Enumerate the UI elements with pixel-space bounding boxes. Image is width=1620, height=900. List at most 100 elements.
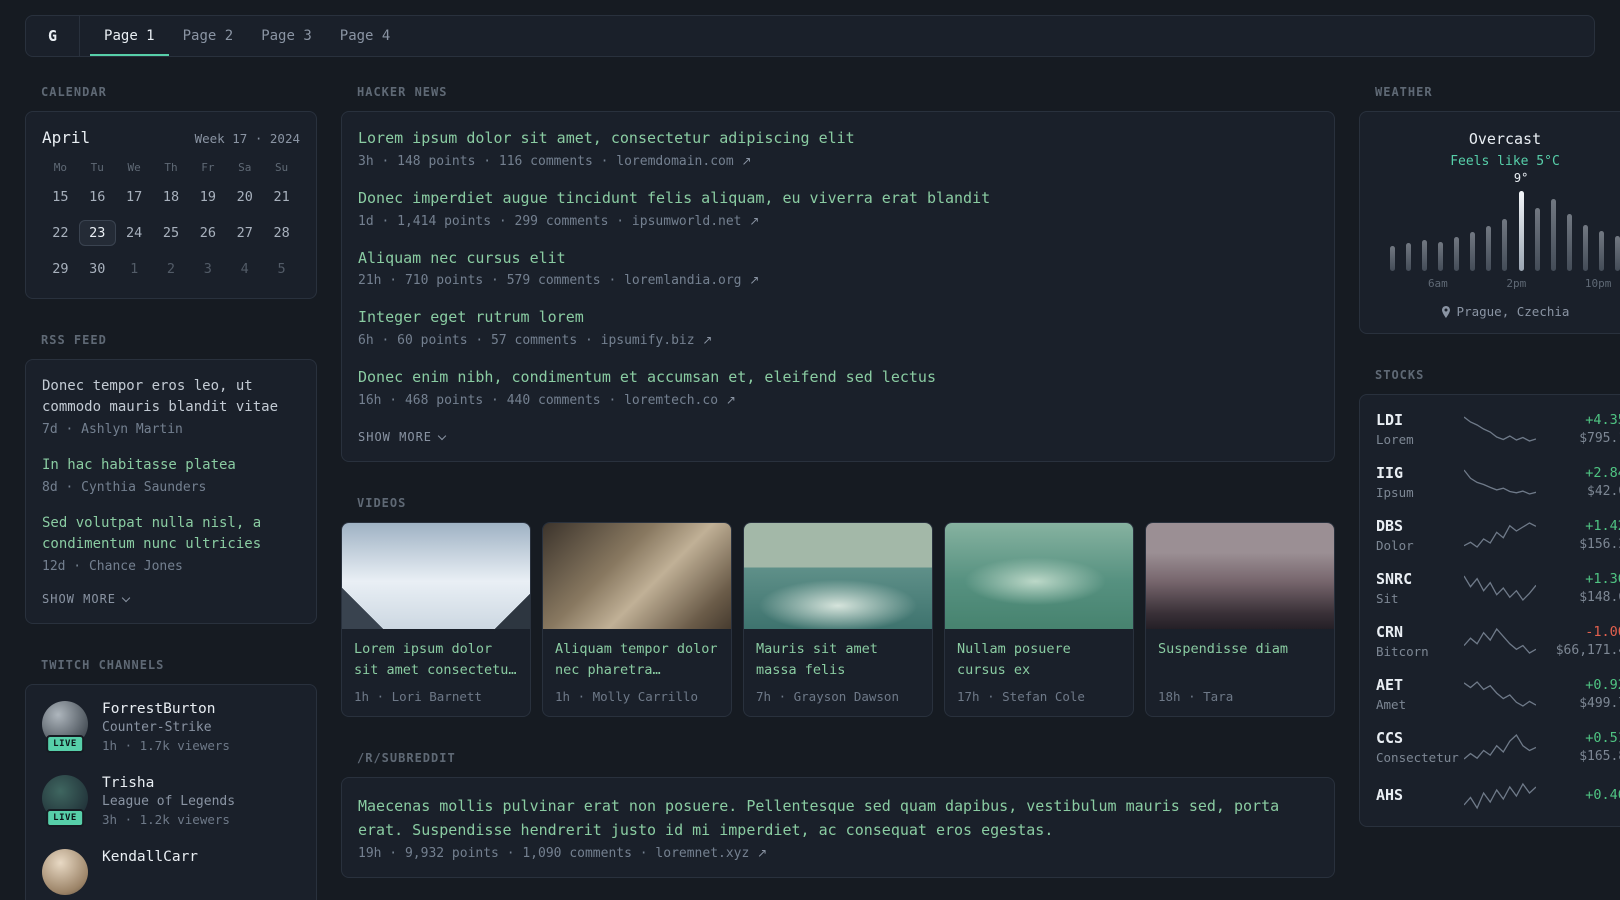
- hn-item-title[interactable]: Integer eget rutrum lorem: [358, 307, 1318, 329]
- calendar-day[interactable]: 18: [153, 184, 190, 210]
- video-title[interactable]: Aliquam tempor dolor nec pharetra…: [555, 639, 719, 681]
- weather-bar-chart: 9°: [1384, 171, 1620, 271]
- channel-avatar-wrap: LIVE: [42, 775, 88, 827]
- video-title[interactable]: Lorem ipsum dolor sit amet consectetu…: [354, 639, 518, 681]
- hn-item-title[interactable]: Donec enim nibh, condimentum et accumsan…: [358, 367, 1318, 389]
- video-card[interactable]: Lorem ipsum dolor sit amet consectetu… 1…: [341, 521, 531, 717]
- calendar-day[interactable]: 28: [263, 220, 300, 246]
- stocks-box: LDI Lorem +4.35% $795.18 IIG Ipsum +2.84% $4…: [1359, 394, 1620, 827]
- hn-item-meta: 3h · 148 points · 116 comments · loremdo…: [358, 154, 1318, 169]
- hn-item-title[interactable]: Lorem ipsum dolor sit amet, consectetur …: [358, 128, 1318, 150]
- tab-page-1[interactable]: Page 1: [90, 16, 169, 56]
- video-thumbnail[interactable]: [543, 522, 731, 629]
- video-thumbnail[interactable]: [342, 522, 530, 629]
- calendar-day[interactable]: 25: [153, 220, 190, 246]
- stock-row: CCS Consectetur +0.51% $165.84: [1376, 729, 1620, 765]
- stock-symbol[interactable]: CCS: [1376, 729, 1464, 747]
- calendar-day[interactable]: 21: [263, 184, 300, 210]
- weather-hour-label: 10pm: [1584, 277, 1612, 290]
- stock-row: AET Amet +0.92% $499.72: [1376, 676, 1620, 712]
- video-thumbnail[interactable]: [1146, 522, 1334, 629]
- stock-symbol[interactable]: CRN: [1376, 623, 1464, 641]
- video-card-row: Lorem ipsum dolor sit amet consectetu… 1…: [341, 521, 1335, 717]
- dow-label: Sa: [238, 161, 252, 174]
- calendar-day-next-month[interactable]: 5: [263, 256, 300, 282]
- hackernews-item: Aliquam nec cursus elit 21h · 710 points…: [358, 248, 1318, 289]
- rss-widget-title: RSS FEED: [41, 333, 107, 347]
- weather-widget: WEATHER Overcast Feels like 5°C 9° 6am 2p…: [1359, 85, 1620, 334]
- rss-item-title[interactable]: Sed volutpat nulla nisl, a condimentum n…: [42, 513, 300, 555]
- stock-symbol[interactable]: LDI: [1376, 411, 1464, 429]
- tab-page-3[interactable]: Page 3: [247, 16, 326, 56]
- calendar-day[interactable]: 19: [189, 184, 226, 210]
- video-thumbnail[interactable]: [945, 522, 1133, 629]
- external-link-icon[interactable]: ↗: [749, 214, 759, 228]
- rss-item-title[interactable]: In hac habitasse platea: [42, 455, 300, 476]
- channel-name[interactable]: KendallCarr: [102, 849, 198, 865]
- rss-item-meta: 12d · Chance Jones: [42, 559, 183, 574]
- calendar-day[interactable]: 27: [226, 220, 263, 246]
- tab-page-4[interactable]: Page 4: [326, 16, 405, 56]
- rss-show-more-button[interactable]: SHOW MORE: [42, 592, 131, 606]
- hn-item-title[interactable]: Aliquam nec cursus elit: [358, 248, 1318, 270]
- calendar-day[interactable]: 17: [116, 184, 153, 210]
- weather-hour-label: 6am: [1427, 277, 1448, 290]
- video-title[interactable]: Mauris sit amet massa felis: [756, 639, 920, 681]
- external-link-icon[interactable]: ↗: [702, 333, 712, 347]
- calendar-day-next-month[interactable]: 4: [226, 256, 263, 282]
- calendar-day[interactable]: 20: [226, 184, 263, 210]
- calendar-grid: Mo Tu We Th Fr Sa Su 15 16 17 18 19 20 2…: [42, 161, 300, 282]
- calendar-day[interactable]: 15: [42, 184, 79, 210]
- calendar-day-selected[interactable]: 23: [78, 220, 116, 246]
- video-card[interactable]: Aliquam tempor dolor nec pharetra… 1h · …: [542, 521, 732, 717]
- external-link-icon[interactable]: ↗: [749, 273, 759, 287]
- stock-symbol[interactable]: AHS: [1376, 786, 1464, 804]
- app-logo[interactable]: G: [48, 16, 79, 56]
- subreddit-widget: /R/SUBREDDIT Maecenas mollis pulvinar er…: [341, 751, 1335, 878]
- channel-game: League of Legends: [102, 794, 236, 809]
- rss-box: Donec tempor eros leo, ut commodo mauris…: [25, 359, 317, 624]
- calendar-day[interactable]: 26: [189, 220, 226, 246]
- channel-name[interactable]: ForrestBurton: [102, 701, 230, 717]
- calendar-day[interactable]: 29: [42, 256, 79, 282]
- video-title[interactable]: Nullam posuere cursus ex: [957, 639, 1121, 681]
- stock-symbol[interactable]: AET: [1376, 676, 1464, 694]
- rss-item: In hac habitasse platea 8d · Cynthia Sau…: [42, 455, 300, 495]
- stock-price: $795.18: [1579, 431, 1620, 446]
- stock-symbol[interactable]: SNRC: [1376, 570, 1464, 588]
- stock-symbol[interactable]: DBS: [1376, 517, 1464, 535]
- weather-hour-label: 2pm: [1506, 277, 1527, 290]
- external-link-icon[interactable]: ↗: [757, 846, 767, 860]
- rss-item-title[interactable]: Donec tempor eros leo, ut commodo mauris…: [42, 376, 300, 418]
- calendar-day[interactable]: 24: [116, 220, 153, 246]
- hn-item-title[interactable]: Donec imperdiet augue tincidunt felis al…: [358, 188, 1318, 210]
- channel-name[interactable]: Trisha: [102, 775, 235, 791]
- reddit-post-title[interactable]: Maecenas mollis pulvinar erat non posuer…: [358, 794, 1318, 842]
- stock-row: CRN Bitcorn -1.00% $66,171.48: [1376, 623, 1620, 659]
- video-card[interactable]: Mauris sit amet massa felis 7h · Grayson…: [743, 521, 933, 717]
- video-thumbnail[interactable]: [744, 522, 932, 629]
- stock-sparkline: [1464, 627, 1542, 655]
- video-meta: 18h · Tara: [1158, 688, 1234, 704]
- stock-symbol[interactable]: IIG: [1376, 464, 1464, 482]
- videos-widget: VIDEOS Lorem ipsum dolor sit amet consec…: [341, 496, 1335, 717]
- calendar-day[interactable]: 16: [79, 184, 116, 210]
- external-link-icon[interactable]: ↗: [742, 154, 752, 168]
- hn-item-meta: 6h · 60 points · 57 comments · ipsumify.…: [358, 333, 1318, 348]
- calendar-day[interactable]: 30: [79, 256, 116, 282]
- calendar-day-next-month[interactable]: 2: [153, 256, 190, 282]
- hn-show-more-button[interactable]: SHOW MORE: [358, 430, 447, 444]
- external-link-icon[interactable]: ↗: [726, 393, 736, 407]
- calendar-day-next-month[interactable]: 1: [116, 256, 153, 282]
- video-title[interactable]: Suspendisse diam: [1158, 639, 1322, 681]
- chevron-down-icon: [121, 593, 131, 603]
- weather-hour-labels: 6am 2pm 10pm: [1384, 277, 1620, 290]
- tab-page-2[interactable]: Page 2: [169, 16, 248, 56]
- weather-bar: [1432, 187, 1448, 271]
- video-card[interactable]: Nullam posuere cursus ex 17h · Stefan Co…: [944, 521, 1134, 717]
- hn-meta-text: 1d · 1,414 points · 299 comments · ipsum…: [358, 213, 742, 229]
- video-card[interactable]: Suspendisse diam 18h · Tara: [1145, 521, 1335, 717]
- calendar-day[interactable]: 22: [42, 220, 79, 246]
- stock-change: +0.46%: [1585, 786, 1620, 803]
- calendar-day-next-month[interactable]: 3: [189, 256, 226, 282]
